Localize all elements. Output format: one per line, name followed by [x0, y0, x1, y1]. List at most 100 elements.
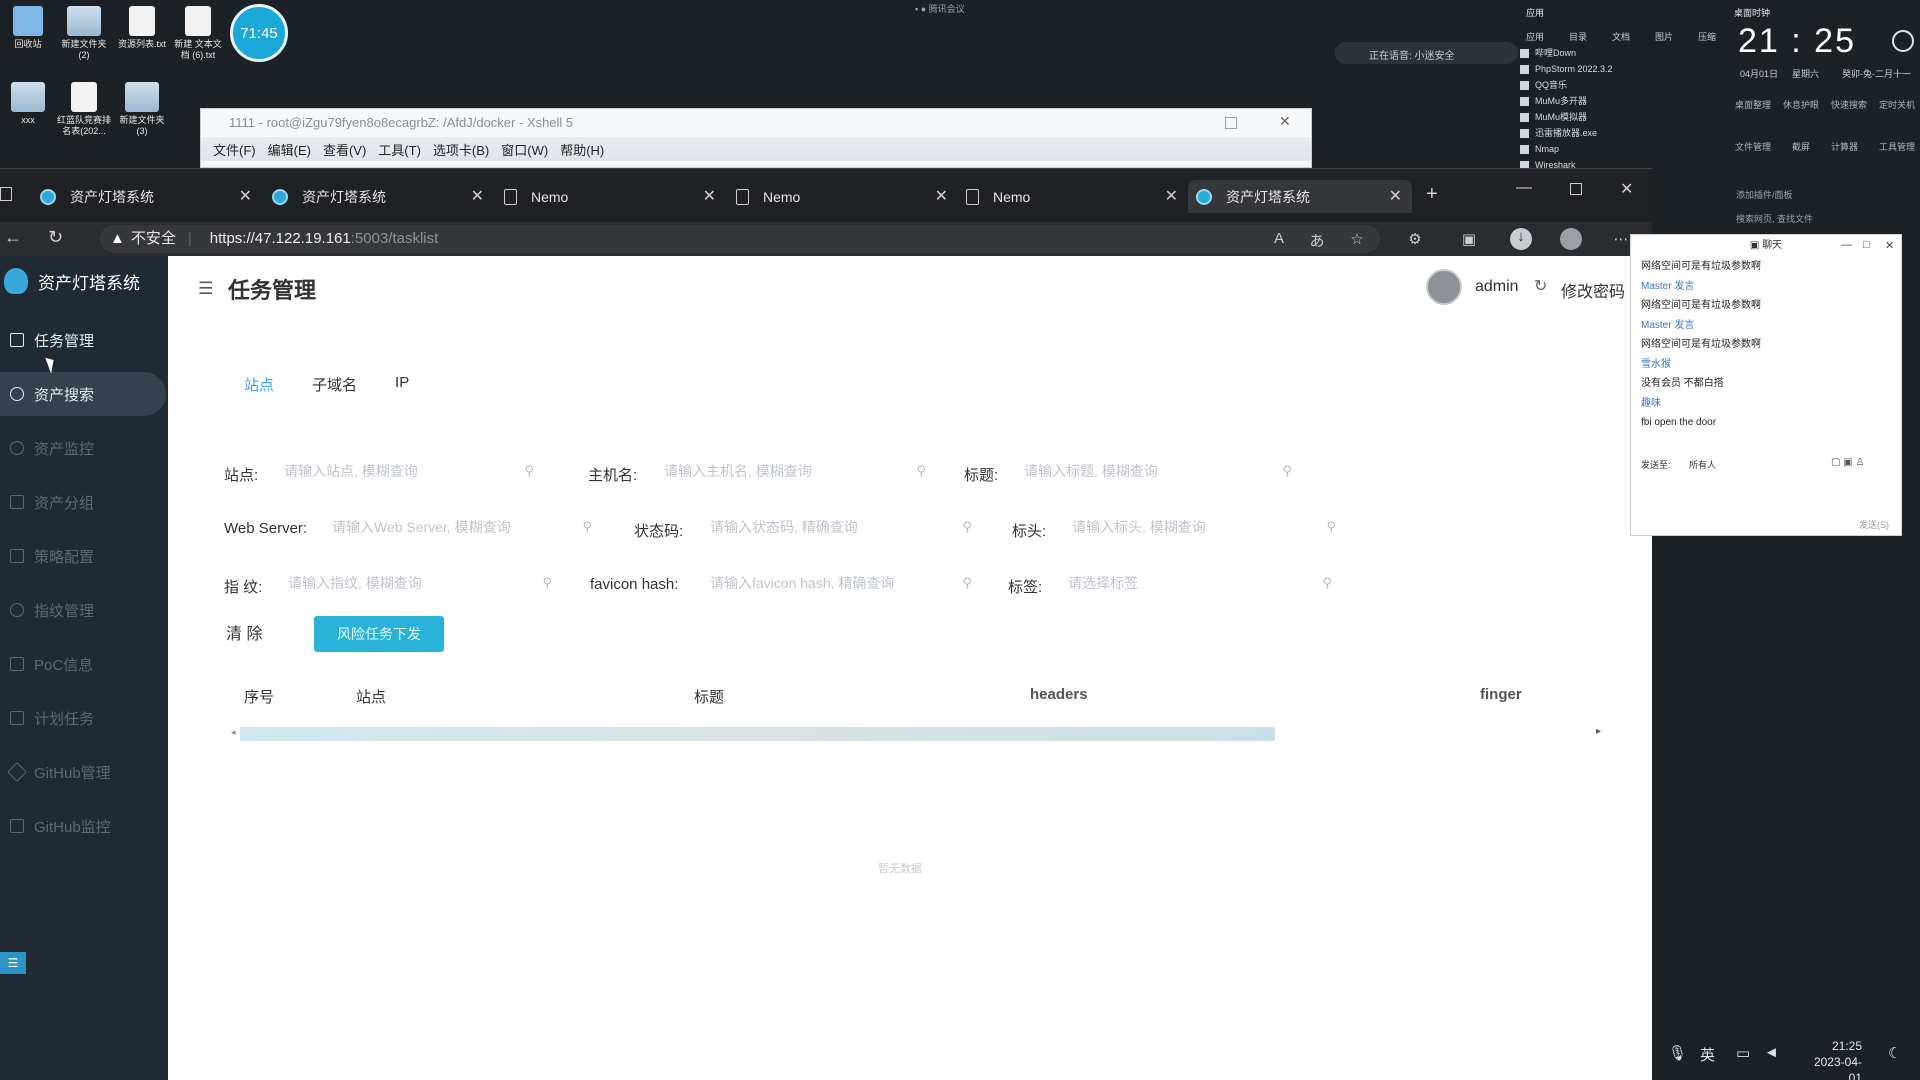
risk-task-dispatch-button[interactable]: 风险任务下发	[314, 616, 444, 652]
browser-tab[interactable]: Nemo ✕	[966, 180, 1178, 213]
close-tab-icon[interactable]: ✕	[239, 186, 252, 206]
search-icon[interactable]: ⚲	[962, 514, 972, 540]
chat-send-target[interactable]: 发送至: 所有人	[1641, 458, 1716, 471]
desktop-icon-folder[interactable]: 新建文件夹 (3)	[114, 82, 170, 137]
sidebar-item-github-monitor[interactable]: GitHub监控	[0, 804, 168, 848]
sidebar-item-fingerprint[interactable]: 指纹管理	[0, 588, 168, 632]
new-tab-button[interactable]: +	[1426, 183, 1438, 206]
close-tab-icon[interactable]: ✕	[471, 186, 484, 206]
close-tab-icon[interactable]: ✕	[703, 186, 716, 206]
menu-tools[interactable]: 工具(T)	[378, 140, 421, 159]
desktop-icon-text-file[interactable]: 资源列表.txt	[114, 6, 170, 50]
table-horizontal-scrollbar[interactable]	[232, 727, 1352, 741]
close-tab-icon[interactable]: ✕	[1165, 186, 1178, 206]
send-to-value[interactable]: 所有人	[1689, 460, 1716, 470]
filter-input-web-server[interactable]: 请输入Web Server, 模糊查询 ⚲	[332, 514, 592, 540]
close-tab-icon[interactable]: ✕	[935, 186, 948, 206]
change-password-link[interactable]: 修改密码	[1561, 278, 1625, 302]
category-tab[interactable]: 应用	[1526, 30, 1544, 43]
menu-view[interactable]: 查看(V)	[323, 140, 366, 159]
sidebar-item-policy-config[interactable]: 策略配置	[0, 534, 168, 578]
minimize-icon[interactable]: —	[1516, 179, 1532, 197]
desktop-icon-document[interactable]: 红蓝队竞赛排名表(202...	[56, 82, 112, 137]
sun-icon[interactable]	[1892, 30, 1914, 52]
close-tab-icon[interactable]: ✕	[1389, 186, 1402, 206]
desktop-icon-recycle-bin[interactable]: 回收站	[0, 6, 56, 50]
maximize-icon[interactable]	[1570, 183, 1582, 195]
browser-tab-active[interactable]: 资产灯塔系统 ✕	[1188, 180, 1412, 213]
tab-ip[interactable]: IP	[395, 374, 409, 395]
profile-icon[interactable]	[1560, 228, 1582, 250]
avatar[interactable]	[1426, 269, 1462, 305]
menu-help[interactable]: 帮助(H)	[560, 140, 604, 159]
translate-icon[interactable]: あ	[1308, 230, 1326, 250]
widget-tool-manager[interactable]: 工具管理	[1879, 140, 1915, 153]
floating-timer-bubble[interactable]: 71:45	[230, 4, 288, 62]
close-icon[interactable]: ✕	[1279, 113, 1291, 130]
widget-quick-search[interactable]: 快速搜索	[1831, 98, 1867, 111]
app-list-item[interactable]: PhpStorm 2022.3.2	[1520, 61, 1655, 77]
filter-select-tags[interactable]: 请选择标签 ⚲	[1068, 570, 1332, 596]
tab-subdomain[interactable]: 子域名	[312, 374, 357, 395]
app-list-item[interactable]: QQ音乐	[1520, 77, 1655, 93]
search-icon[interactable]: ⚲	[916, 458, 926, 484]
input-method-indicator[interactable]: 英	[1700, 1044, 1715, 1065]
menu-fold-icon[interactable]: ☰	[198, 279, 213, 299]
menu-tabs[interactable]: 选项卡(B)	[433, 140, 489, 159]
widget-screenshot[interactable]: 截屏	[1792, 140, 1810, 153]
add-widget-link[interactable]: 添加插件/面板	[1736, 188, 1793, 201]
sidebar-item-asset-group[interactable]: 资产分组	[0, 480, 168, 524]
widget-timed-shutdown[interactable]: 定时关机	[1879, 98, 1915, 111]
username[interactable]: admin	[1475, 278, 1519, 296]
voice-status-pill[interactable]: 正在语音: 小迷安全	[1335, 42, 1518, 64]
chat-toolbar-icons[interactable]: ▢ ▣ ♙	[1831, 457, 1864, 468]
back-icon[interactable]: ←	[4, 227, 22, 248]
clear-button[interactable]: 清 除	[226, 620, 262, 644]
app-list-item[interactable]: 迅雷播放器.exe	[1520, 125, 1655, 141]
search-icon[interactable]: ⚲	[1322, 570, 1332, 596]
category-tab[interactable]: 压缩	[1698, 30, 1716, 43]
tab-site[interactable]: 站点	[244, 374, 274, 395]
sidebar-item-github-management[interactable]: GitHub管理	[0, 750, 168, 794]
search-icon[interactable]: ⚲	[542, 570, 552, 596]
xshell-window[interactable]: 1111 - root@iZgu79fyen8o8ecagrbZ: /AfdJ/…	[200, 108, 1312, 168]
filter-input-header[interactable]: 请输入标头, 模糊查询 ⚲	[1072, 514, 1336, 540]
chat-send-button[interactable]: 发送(S)	[1859, 518, 1889, 531]
browser-tab[interactable]: 资产灯塔系统 ✕	[272, 180, 484, 213]
microphone-icon[interactable]: 🎙	[1668, 1044, 1687, 1062]
sidebar-item-task-management[interactable]: 任务管理	[0, 318, 168, 362]
widget-desktop-organize[interactable]: 桌面整理	[1735, 98, 1771, 111]
app-list-item[interactable]: 哔哩Down	[1520, 45, 1655, 61]
category-tab[interactable]: 图片	[1655, 30, 1673, 43]
desktop-icon-text-file[interactable]: 新建 文本文档 (6).txt	[170, 6, 226, 61]
filter-input-status-code[interactable]: 请输入状态码, 精确查询 ⚲	[710, 514, 972, 540]
desktop-icon-folder[interactable]: 新建文件夹 (2)	[56, 6, 112, 61]
desktop-icon-folder[interactable]: xxx	[0, 82, 56, 126]
menu-file[interactable]: 文件(F)	[213, 140, 256, 159]
filter-input-title[interactable]: 请输入标题, 模糊查询 ⚲	[1024, 458, 1292, 484]
sidebar-item-asset-search[interactable]: 资产搜索	[0, 372, 166, 416]
network-icon[interactable]: ▭	[1736, 1044, 1750, 1062]
chat-panel[interactable]: ▣ 聊天 — □ ✕ 网络空间可是有垃圾参数啊 Master 发言 网络空间可是…	[1630, 234, 1902, 536]
maximize-icon[interactable]: □	[1863, 239, 1870, 251]
scroll-right-icon[interactable]: ▸	[1596, 726, 1601, 737]
sidebar-item-poc-info[interactable]: PoC信息	[0, 642, 168, 686]
search-files-link[interactable]: 搜索网页, 查找文件	[1736, 212, 1813, 225]
filter-input-hostname[interactable]: 请输入主机名, 模糊查询 ⚲	[664, 458, 926, 484]
browser-tab[interactable]: Nemo ✕	[736, 180, 948, 213]
close-window-icon[interactable]: ✕	[1620, 179, 1633, 199]
search-icon[interactable]: ⚲	[962, 570, 972, 596]
search-icon[interactable]: ⚲	[582, 514, 592, 540]
favorite-icon[interactable]: ☆	[1348, 230, 1366, 248]
download-icon[interactable]: ↓	[1510, 228, 1532, 250]
app-list-item[interactable]: MuMu多开器	[1520, 93, 1655, 109]
minimize-icon[interactable]: —	[1841, 239, 1852, 251]
app-list-item[interactable]: MuMu模拟器	[1520, 109, 1655, 125]
menu-window[interactable]: 窗口(W)	[501, 140, 548, 159]
widget-file-manager[interactable]: 文件管理	[1735, 140, 1771, 153]
search-icon[interactable]: ⚲	[1282, 458, 1292, 484]
maximize-icon[interactable]	[1225, 117, 1237, 129]
address-bar[interactable]: ▲ 不安全 | https://47.122.19.161:5003/tasklist	[100, 225, 1380, 253]
widget-calculator[interactable]: 计算器	[1831, 140, 1858, 153]
collections-icon[interactable]: ▣	[1460, 230, 1478, 248]
